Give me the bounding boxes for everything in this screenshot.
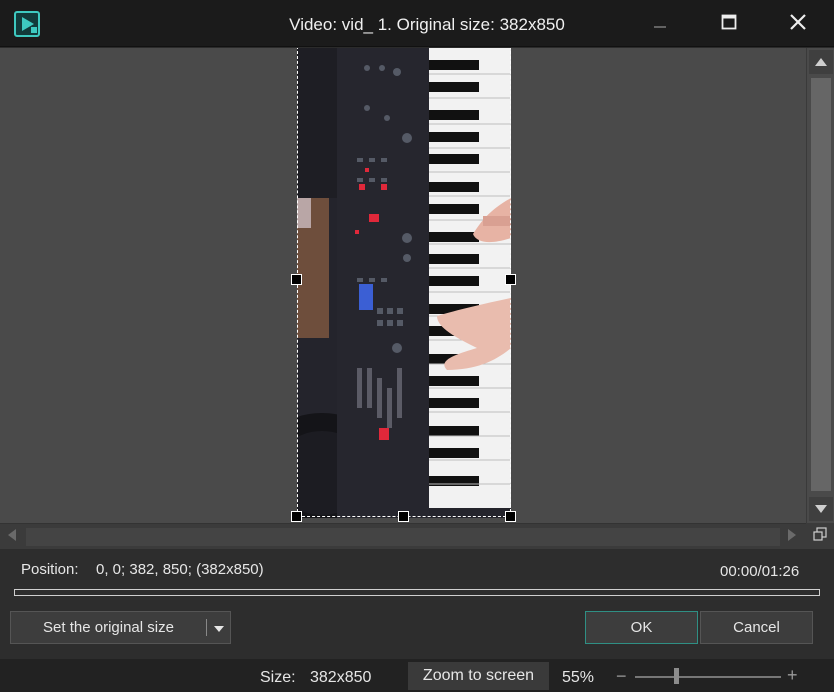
minimize-button[interactable] [643,8,677,40]
crop-handle-left[interactable] [291,274,302,285]
set-original-size-split-button[interactable]: Set the original size [10,611,231,644]
triangle-up-icon [815,53,827,71]
vertical-scrollbar[interactable] [806,48,834,523]
horizontal-scrollbar[interactable] [0,523,806,549]
scroll-down-button[interactable] [809,497,833,521]
zoom-out-button[interactable]: − [616,666,627,687]
size-label: Size: [260,669,296,686]
set-original-size-button[interactable]: Set the original size [11,612,206,643]
zoom-in-button[interactable]: + [787,665,798,686]
position-value: 0, 0; 382, 850; (382x850) [96,561,264,578]
window-title: Video: vid_ 1. Original size: 382x850 [289,15,565,34]
scroll-up-button[interactable] [809,50,833,74]
ok-button[interactable]: OK [585,611,698,644]
resize-corner[interactable] [806,523,834,549]
crop-handle-bottom[interactable] [398,511,409,522]
caret-down-icon [214,619,224,636]
resize-icon [813,526,827,546]
scroll-left-button[interactable] [2,527,22,547]
zoom-value: 55% [562,669,595,686]
maximize-icon [721,14,737,35]
controls-panel: Position: 0, 0; 382, 850; (382x850) 00:0… [0,549,834,692]
crop-handle-right[interactable] [505,274,516,285]
triangle-right-icon [788,528,796,546]
cancel-button[interactable]: Cancel [700,611,813,644]
zoom-slider-track[interactable] [635,676,781,678]
horizontal-scroll-thumb[interactable] [26,528,780,546]
zoom-slider-thumb[interactable] [673,668,679,684]
maximize-button[interactable] [712,8,746,40]
triangle-down-icon [815,500,827,518]
size-value: 382x850 [310,669,372,686]
zoom-to-screen-button[interactable]: Zoom to screen [408,662,549,690]
close-icon [789,13,807,36]
set-original-size-dropdown[interactable] [207,612,231,643]
timecode: 00:00/01:26 [720,563,800,580]
position-label: Position: [21,561,79,578]
vertical-scroll-thumb[interactable] [811,78,831,491]
triangle-left-icon [8,528,16,546]
playback-progress-bar[interactable] [14,589,820,596]
title-bar: Video: vid_ 1. Original size: 382x850 [0,0,834,47]
scroll-right-button[interactable] [782,527,802,547]
status-bar: Size: 382x850 Zoom to screen 55% − + [0,659,834,692]
video-frame [297,48,511,518]
crop-handle-bottom-left[interactable] [291,511,302,522]
crop-handle-bottom-right[interactable] [505,511,516,522]
minimize-icon [653,15,667,34]
video-viewport[interactable] [0,48,806,523]
close-button[interactable] [781,8,815,40]
